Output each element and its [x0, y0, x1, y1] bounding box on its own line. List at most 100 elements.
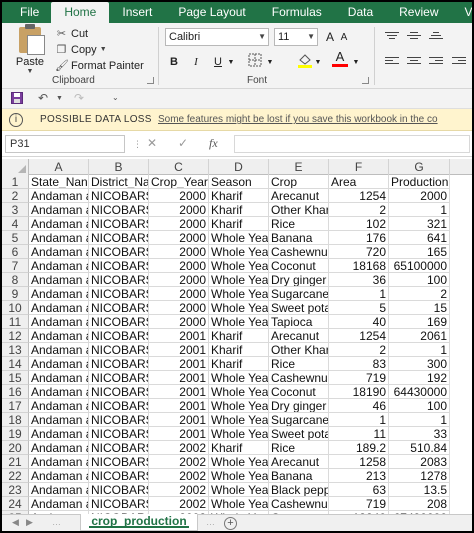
dialog-launcher-icon[interactable] — [362, 77, 369, 84]
row-header[interactable]: 13 — [2, 343, 29, 357]
table-cell[interactable]: Andaman a — [29, 385, 89, 399]
scroll-right-icon[interactable]: ▶ — [26, 517, 33, 528]
table-cell[interactable]: Rice — [269, 357, 329, 371]
tab-review[interactable]: Review — [386, 2, 451, 23]
table-cell[interactable]: NICOBARS — [89, 343, 149, 357]
chevron-down-icon[interactable]: ▼ — [56, 95, 63, 102]
table-cell[interactable]: Sweet pota — [269, 427, 329, 441]
table-cell[interactable]: 321 — [389, 217, 450, 231]
table-cell[interactable]: 2000 — [149, 287, 209, 301]
table-cell[interactable]: 2001 — [149, 371, 209, 385]
table-cell[interactable]: 2002 — [149, 483, 209, 497]
tab-view[interactable]: View — [452, 2, 473, 23]
chevron-down-icon[interactable]: ▼ — [10, 68, 50, 75]
table-cell[interactable]: 2000 — [149, 301, 209, 315]
table-cell[interactable]: 176 — [329, 231, 389, 245]
header-cell[interactable]: Area — [329, 175, 389, 189]
enter-check-icon[interactable]: ✓ — [178, 136, 188, 150]
row-header[interactable]: 20 — [2, 441, 29, 455]
table-cell[interactable]: 2002 — [149, 441, 209, 455]
table-cell[interactable]: Whole Yea — [209, 455, 269, 469]
table-cell[interactable]: 2000 — [149, 189, 209, 203]
table-cell[interactable]: NICOBARS — [89, 399, 149, 413]
column-header-e[interactable]: E — [269, 159, 329, 175]
table-cell[interactable]: Whole Yea — [209, 231, 269, 245]
header-cell[interactable]: District_Na — [89, 175, 149, 189]
table-cell[interactable]: Kharif — [209, 203, 269, 217]
table-cell[interactable]: 165 — [389, 245, 450, 259]
row-header[interactable]: 9 — [2, 287, 29, 301]
table-cell[interactable]: 208 — [389, 497, 450, 511]
table-cell[interactable]: Other Khar — [269, 203, 329, 217]
table-cell[interactable]: 63 — [329, 483, 389, 497]
table-cell[interactable]: 2000 — [389, 189, 450, 203]
fill-color-button[interactable] — [296, 52, 314, 68]
table-cell[interactable]: 2 — [389, 287, 450, 301]
table-cell[interactable]: 2002 — [149, 469, 209, 483]
table-cell[interactable]: Whole Yea — [209, 287, 269, 301]
table-cell[interactable]: Andaman a — [29, 301, 89, 315]
table-cell[interactable]: Whole Yea — [209, 483, 269, 497]
table-cell[interactable]: 510.84 — [389, 441, 450, 455]
table-cell[interactable]: 2000 — [149, 231, 209, 245]
select-all-button[interactable] — [2, 159, 29, 175]
table-cell[interactable]: Kharif — [209, 357, 269, 371]
format-painter-button[interactable]: 🖌 Format Painter — [55, 58, 144, 73]
row-header[interactable]: 1 — [2, 175, 29, 189]
align-right-icon[interactable] — [429, 57, 443, 67]
column-header-c[interactable]: C — [149, 159, 209, 175]
tab-page-layout[interactable]: Page Layout — [165, 2, 258, 23]
table-cell[interactable]: Cashewnu — [269, 371, 329, 385]
row-header[interactable]: 16 — [2, 385, 29, 399]
table-cell[interactable]: Andaman a — [29, 413, 89, 427]
font-name-select[interactable]: Calibri ▼ — [165, 28, 269, 46]
header-cell[interactable]: Season — [209, 175, 269, 189]
chevron-down-icon[interactable]: ▼ — [314, 55, 322, 71]
table-cell[interactable]: NICOBARS — [89, 231, 149, 245]
table-cell[interactable]: Andaman a — [29, 497, 89, 511]
table-cell[interactable]: Andaman a — [29, 469, 89, 483]
column-header-d[interactable]: D — [209, 159, 269, 175]
table-cell[interactable]: 1278 — [389, 469, 450, 483]
table-cell[interactable]: Kharif — [209, 441, 269, 455]
table-cell[interactable]: 1258 — [329, 455, 389, 469]
table-cell[interactable]: 2000 — [149, 203, 209, 217]
table-cell[interactable]: 2001 — [149, 427, 209, 441]
table-cell[interactable]: 18190 — [329, 385, 389, 399]
row-header[interactable]: 11 — [2, 315, 29, 329]
column-header-g[interactable]: G — [389, 159, 450, 175]
table-cell[interactable]: Andaman a — [29, 273, 89, 287]
table-cell[interactable]: Whole Yea — [209, 259, 269, 273]
table-cell[interactable]: 1 — [329, 287, 389, 301]
table-cell[interactable]: Kharif — [209, 189, 269, 203]
table-cell[interactable]: Andaman a — [29, 329, 89, 343]
column-header-a[interactable]: A — [29, 159, 89, 175]
table-cell[interactable]: Andaman a — [29, 357, 89, 371]
table-cell[interactable]: 641 — [389, 231, 450, 245]
row-header[interactable]: 3 — [2, 203, 29, 217]
table-cell[interactable]: Rice — [269, 441, 329, 455]
table-cell[interactable]: NICOBARS — [89, 455, 149, 469]
table-cell[interactable]: Kharif — [209, 343, 269, 357]
table-cell[interactable]: 18168 — [329, 259, 389, 273]
align-bottom-icon[interactable] — [429, 32, 443, 42]
save-icon[interactable] — [11, 91, 23, 107]
table-cell[interactable]: Arecanut — [269, 189, 329, 203]
table-cell[interactable]: 169 — [389, 315, 450, 329]
table-cell[interactable]: 2 — [329, 203, 389, 217]
table-cell[interactable]: Andaman a — [29, 315, 89, 329]
table-cell[interactable]: 2002 — [149, 455, 209, 469]
table-cell[interactable]: 83 — [329, 357, 389, 371]
table-cell[interactable]: Andaman a — [29, 217, 89, 231]
table-cell[interactable]: Whole Yea — [209, 497, 269, 511]
bold-button[interactable]: B — [167, 54, 181, 70]
row-header[interactable]: 4 — [2, 217, 29, 231]
table-cell[interactable]: Whole Yea — [209, 371, 269, 385]
align-top-icon[interactable] — [385, 32, 399, 42]
grow-font-button[interactable]: A — [324, 29, 336, 45]
table-cell[interactable]: 2001 — [149, 329, 209, 343]
row-header[interactable]: 5 — [2, 231, 29, 245]
insert-function-button[interactable]: fx — [209, 136, 218, 151]
header-cell[interactable]: State_Nan — [29, 175, 89, 189]
table-cell[interactable]: NICOBARS — [89, 385, 149, 399]
